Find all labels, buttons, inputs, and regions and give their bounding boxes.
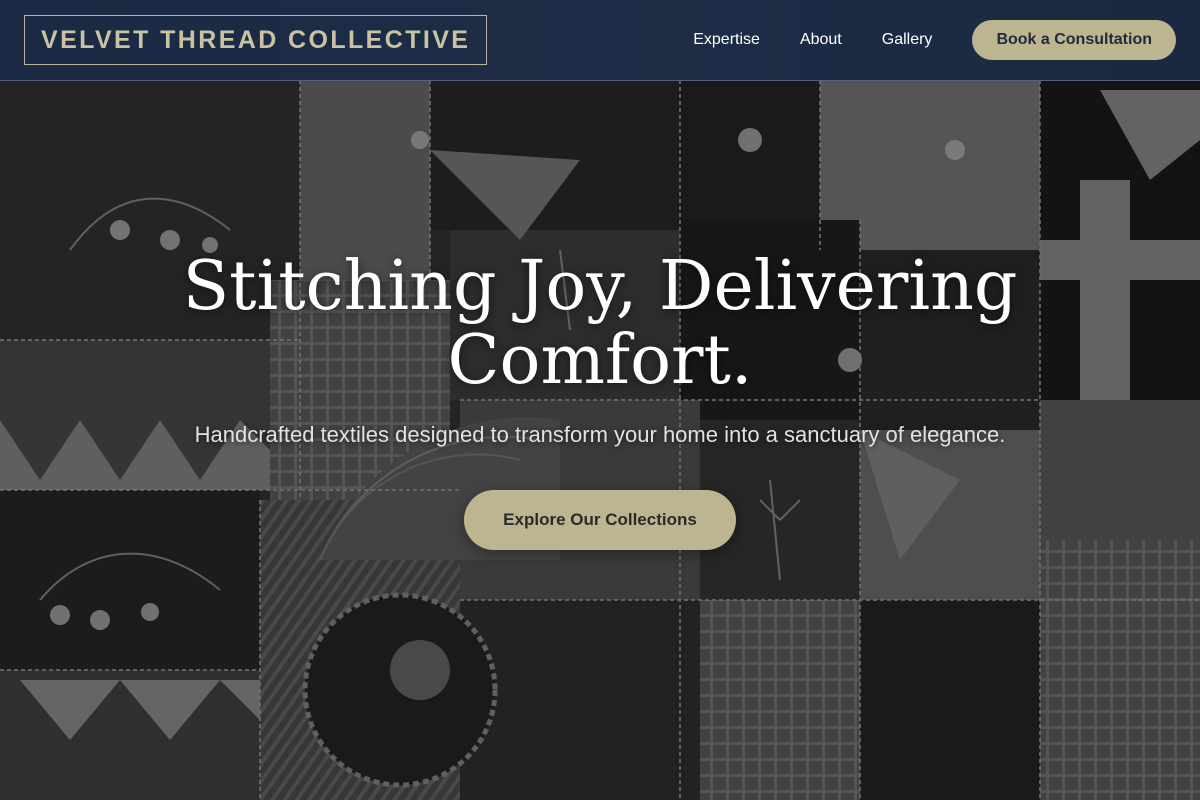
nav-link-expertise[interactable]: Expertise — [693, 31, 760, 49]
nav-link-about[interactable]: About — [800, 31, 842, 49]
hero-section: Stitching Joy, Delivering Comfort. Handc… — [0, 0, 1200, 800]
hero-subtitle: Handcrafted textiles designed to transfo… — [194, 422, 1006, 447]
explore-collections-button[interactable]: Explore Our Collections — [464, 490, 736, 550]
hero-title: Stitching Joy, Delivering Comfort. — [182, 247, 1018, 400]
nav-link-gallery[interactable]: Gallery — [882, 31, 933, 49]
site-header: VELVET THREAD COLLECTIVE Expertise About… — [0, 0, 1200, 81]
page: VELVET THREAD COLLECTIVE Expertise About… — [0, 0, 1200, 800]
main-nav: Expertise About Gallery Book a Consultat… — [693, 20, 1176, 60]
brand-logo[interactable]: VELVET THREAD COLLECTIVE — [24, 15, 488, 65]
book-consultation-button[interactable]: Book a Consultation — [972, 20, 1176, 60]
